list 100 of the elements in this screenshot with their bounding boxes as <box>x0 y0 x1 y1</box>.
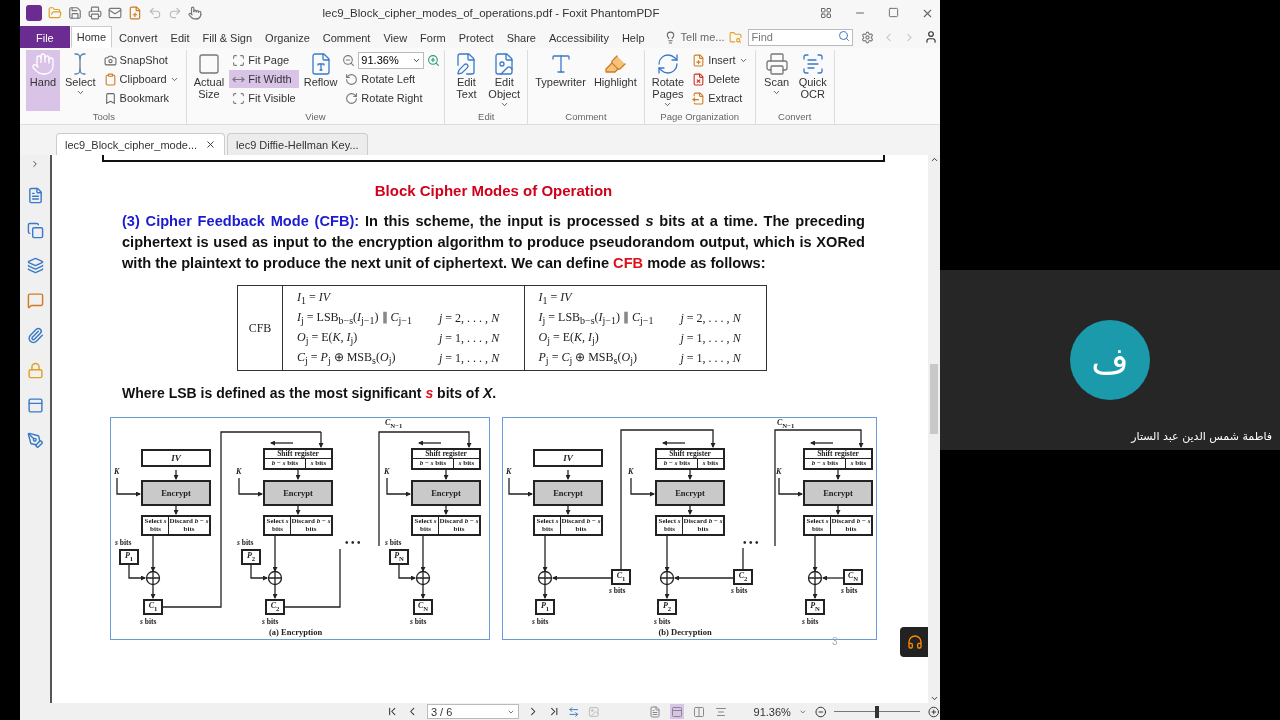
menu-tab[interactable]: Home <box>70 26 113 48</box>
tell-me-text[interactable]: Tell me... <box>680 31 725 43</box>
ciphertext-box: C$_{2}$ <box>733 569 753 585</box>
panel-icon[interactable] <box>30 159 40 169</box>
ribbon-button[interactable]: Rotate Pages <box>648 50 688 111</box>
panel-icon[interactable] <box>26 432 44 449</box>
key-label: K <box>114 468 120 476</box>
new-file-icon[interactable] <box>128 6 142 20</box>
assistant-button[interactable] <box>900 627 928 657</box>
print-icon[interactable] <box>88 6 102 20</box>
menu-tab[interactable]: Organize <box>259 26 316 48</box>
ribbon-button[interactable]: Fit Width <box>229 70 299 88</box>
xor-icon <box>415 570 431 586</box>
plaintext-box: P$_{1}$ <box>535 599 555 615</box>
ribbon-button[interactable]: Hand <box>26 50 60 111</box>
pointer-icon[interactable] <box>188 6 202 20</box>
scroll-up-icon[interactable] <box>929 155 939 164</box>
page-swap-icon[interactable] <box>568 705 580 718</box>
ciphertext-box: C$_{1}$ <box>143 599 163 615</box>
ribbon-button[interactable]: Scan <box>759 50 794 111</box>
view-mode-button[interactable] <box>670 704 684 719</box>
save-icon[interactable] <box>68 6 82 20</box>
ribbon-button[interactable]: Extract <box>689 89 751 107</box>
grid-icon[interactable] <box>820 6 832 19</box>
menu-tab[interactable]: Accessibility <box>543 26 615 48</box>
ribbon-button[interactable]: Edit Text <box>449 50 484 111</box>
ribbon-button[interactable]: Rotate Right <box>342 89 441 107</box>
ribbon-button[interactable]: Reflow <box>300 50 341 111</box>
view-mode-button[interactable] <box>692 704 706 719</box>
plaintext-box: P$_{N}$ <box>389 549 409 565</box>
connector-arrow <box>420 584 426 599</box>
menu-tab[interactable]: Help <box>615 26 651 48</box>
zoom-out-icon[interactable] <box>342 53 356 67</box>
mail-icon[interactable] <box>108 6 122 20</box>
zoom-in-icon[interactable] <box>928 705 940 718</box>
ribbon-button[interactable]: Typewriter <box>532 50 589 111</box>
find-field[interactable]: Find <box>747 28 853 46</box>
ribbon-button[interactable]: Bookmark <box>100 89 182 107</box>
scroll-down-icon[interactable] <box>929 694 939 703</box>
tool-icon <box>764 52 789 76</box>
caret-icon <box>772 88 782 97</box>
panel-icon[interactable] <box>26 187 44 204</box>
panel-icon[interactable] <box>26 362 44 379</box>
menu-tab[interactable]: Form <box>414 26 452 48</box>
ribbon-button[interactable]: Edit Object <box>485 50 524 111</box>
menu-tab[interactable]: Comment <box>316 26 377 48</box>
open-icon[interactable] <box>48 6 62 20</box>
zoom-out-icon[interactable] <box>814 705 827 718</box>
app-logo <box>26 5 42 21</box>
view-mode-button[interactable] <box>648 704 662 719</box>
slider-thumb[interactable] <box>874 705 879 718</box>
search-icon[interactable] <box>837 30 850 42</box>
menu-tab[interactable]: Fill & Sign <box>196 26 259 48</box>
connector-arrow <box>250 564 268 581</box>
avatar: ف <box>1070 320 1150 400</box>
ribbon-button[interactable]: Rotate Left <box>342 70 441 88</box>
menu-tab[interactable]: File <box>20 26 70 48</box>
ribbon-button[interactable]: Clipboard <box>100 70 182 88</box>
close-icon[interactable] <box>205 139 217 150</box>
ribbon-button[interactable]: SnapShot <box>100 51 182 69</box>
ribbon-button[interactable]: Delete <box>689 70 751 88</box>
settings-icon[interactable] <box>860 30 874 44</box>
menu-tab[interactable]: Convert <box>113 26 164 48</box>
document-tab[interactable]: lec9_Block_cipher_mode... <box>56 133 226 155</box>
panel-icon[interactable] <box>26 327 44 344</box>
caret-icon[interactable] <box>798 707 807 716</box>
menu-tab[interactable]: View <box>377 26 414 48</box>
scroll-thumb[interactable] <box>930 364 938 434</box>
tool-icon <box>345 72 359 86</box>
panel-icon[interactable] <box>26 292 44 309</box>
ribbon-button[interactable]: Actual Size <box>190 50 228 111</box>
user-icon[interactable] <box>923 30 938 44</box>
panel-icon[interactable] <box>26 397 44 414</box>
key-label: K <box>506 468 512 476</box>
group-label: Convert <box>777 111 813 124</box>
panel-icon[interactable] <box>26 257 44 274</box>
connector-arrow <box>272 584 278 599</box>
menu-tab[interactable]: Protect <box>452 26 500 48</box>
maximize-icon[interactable] <box>888 6 899 18</box>
connector-arrow <box>542 584 548 599</box>
menu-tab[interactable]: Share <box>500 26 542 48</box>
ribbon-button[interactable]: Fit Visible <box>229 89 299 107</box>
panel-icon[interactable] <box>26 222 44 239</box>
caret-icon <box>75 88 85 97</box>
zoom-combo[interactable]: 91.36% <box>358 51 425 69</box>
folder-search-icon[interactable] <box>728 30 742 44</box>
connector-line <box>742 547 744 570</box>
ciphertext-box: C$_{1}$ <box>611 569 631 585</box>
ribbon-button[interactable]: Fit Page <box>229 51 299 69</box>
plaintext-box: P$_{2}$ <box>657 599 677 615</box>
page-field[interactable]: 3 / 6 <box>426 704 520 719</box>
page-number: 3 <box>832 636 838 647</box>
menu-tab[interactable]: Edit <box>164 26 196 48</box>
document-tab[interactable]: lec9 Diffie-Hellman Key... <box>227 133 368 155</box>
ribbon-button[interactable]: Select <box>62 50 99 111</box>
ribbon-button[interactable]: Insert <box>689 51 751 69</box>
ribbon-button[interactable]: Quick OCR <box>795 50 830 111</box>
ribbon-button[interactable]: Highlight <box>590 50 640 111</box>
index-range: j = 2, . . . , N <box>439 310 500 326</box>
tool-icon <box>232 53 246 67</box>
